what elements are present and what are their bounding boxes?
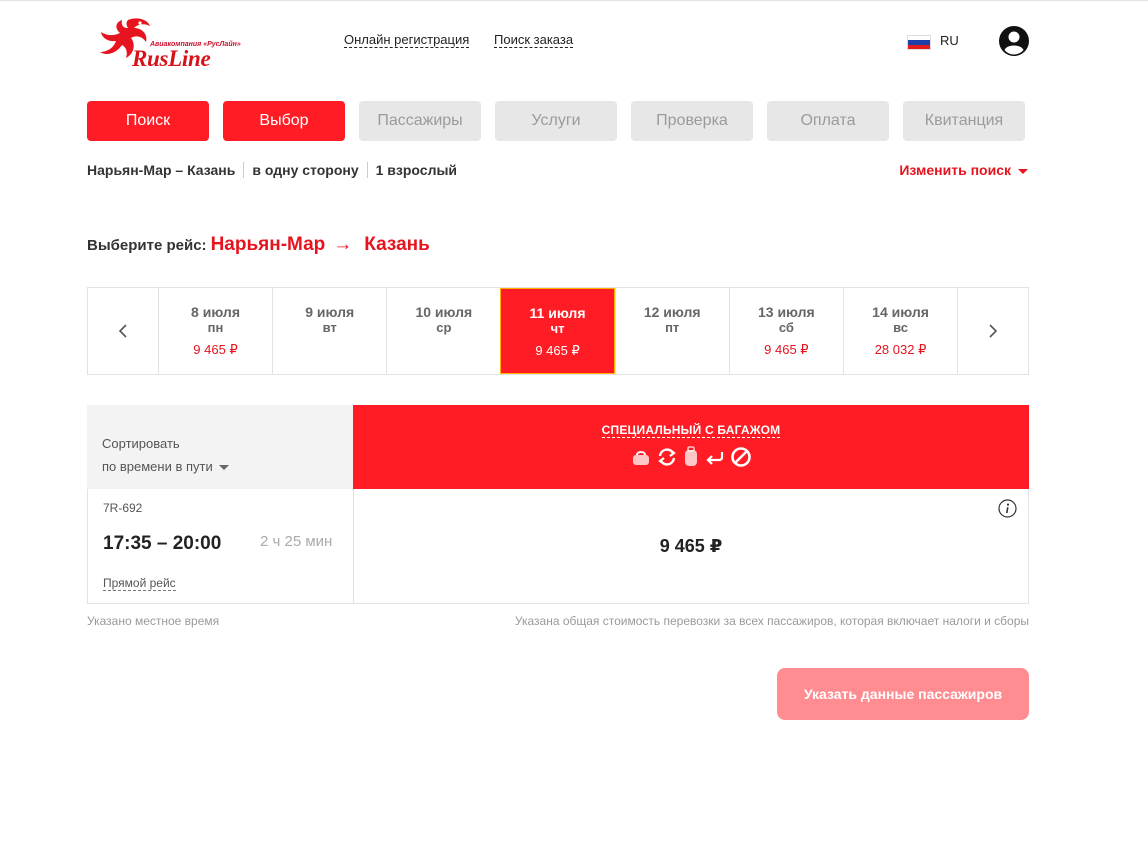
- summary-divider: [243, 162, 245, 178]
- date-label: 8 июля: [191, 304, 240, 320]
- step-select[interactable]: Выбор: [223, 101, 345, 141]
- step-services: Услуги: [495, 101, 617, 141]
- chevron-down-icon: [1018, 168, 1028, 174]
- search-summary: Нарьян-Мар – Казань в одну сторону 1 взр…: [87, 162, 457, 178]
- find-order-link[interactable]: Поиск заказа: [494, 32, 574, 48]
- local-time-note: Указано местное время: [87, 614, 220, 628]
- weekday-label: пн: [207, 320, 224, 335]
- date-label: 14 июля: [872, 304, 929, 320]
- language-selector[interactable]: RU: [940, 33, 959, 48]
- change-search-button[interactable]: Изменить поиск: [899, 162, 1028, 178]
- no-refund-icon: [731, 447, 751, 467]
- online-checkin-link[interactable]: Онлайн регистрация: [344, 32, 470, 48]
- date-label: 11 июля: [529, 305, 586, 321]
- destination-city: Казань: [364, 234, 430, 255]
- step-receipt: Квитанция: [903, 101, 1025, 141]
- summary-route: Нарьян-Мар – Казань: [87, 162, 236, 178]
- date-cell[interactable]: 14 июля вс 28 032 ₽: [842, 288, 957, 374]
- rusline-logo[interactable]: Авиакомпания «РусЛайн» RusLine: [98, 14, 248, 71]
- sort-value: по времени в пути: [102, 459, 213, 474]
- weekday-label: сб: [778, 320, 794, 335]
- direct-flight-link[interactable]: Прямой рейс: [103, 576, 176, 591]
- date-carousel: 8 июля пн 9 465 ₽ 9 июля вт 10 июля ср 1…: [87, 287, 1029, 375]
- date-cell-selected[interactable]: 11 июля чт 9 465 ₽: [500, 288, 615, 374]
- fare-price: 9 465 ₽: [659, 536, 723, 556]
- step-passengers: Пассажиры: [359, 101, 481, 141]
- fare-features: [353, 446, 1029, 468]
- top-divider: [0, 0, 1148, 1]
- enter-passenger-data-button[interactable]: Указать данные пассажиров: [777, 668, 1029, 720]
- flight-time: 17:35 – 20:00: [103, 533, 222, 554]
- date-label: 13 июля: [757, 304, 815, 320]
- booking-steps: Поиск Выбор Пассажиры Услуги Проверка Оп…: [87, 101, 1039, 141]
- summary-trip-type: в одну сторону: [252, 162, 359, 178]
- step-payment: Оплата: [767, 101, 889, 141]
- date-label: 9 июля: [305, 304, 355, 320]
- weekday-label: вт: [322, 320, 337, 335]
- date-label: 12 июля: [643, 304, 701, 320]
- date-cell[interactable]: 8 июля пн 9 465 ₽: [157, 288, 272, 374]
- chevron-left-icon: [118, 324, 127, 338]
- hand-bag-icon: [633, 451, 649, 465]
- prev-dates-button[interactable]: [88, 288, 158, 374]
- date-price: 9 465 ₽: [764, 342, 809, 357]
- russia-flag-icon[interactable]: [907, 35, 931, 50]
- choose-flight-label: Выберите рейс:: [87, 237, 207, 254]
- flight-info: 7R-692 17:35 – 20:00 2 ч 25 мин Прямой р…: [88, 489, 354, 603]
- change-search-label: Изменить поиск: [899, 162, 1011, 178]
- exchange-icon: [658, 448, 676, 466]
- weekday-label: вс: [893, 320, 908, 335]
- step-search[interactable]: Поиск: [87, 101, 209, 141]
- chevron-right-icon: [989, 324, 998, 338]
- sort-panel: Сортировать по времени в пути: [87, 405, 353, 489]
- date-cell[interactable]: 10 июля ср: [386, 288, 500, 374]
- summary-divider: [366, 162, 368, 178]
- price-note: Указана общая стоимость перевозки за все…: [514, 614, 1029, 628]
- weekday-label: ср: [436, 320, 452, 335]
- flight-duration: 2 ч 25 мин: [260, 533, 333, 550]
- flight-number: 7R-692: [103, 501, 143, 515]
- choose-flight-title: Выберите рейс: Нарьян-Мар → Казань: [87, 234, 430, 256]
- flight-row: 7R-692 17:35 – 20:00 2 ч 25 мин Прямой р…: [87, 489, 1029, 604]
- next-dates-button[interactable]: [957, 288, 1028, 374]
- date-cell[interactable]: 12 июля пт: [614, 288, 729, 374]
- fare-header: СПЕЦИАЛЬНЫЙ С БАГАЖОМ: [353, 405, 1029, 489]
- date-cell[interactable]: 13 июля сб 9 465 ₽: [728, 288, 843, 374]
- summary-passengers: 1 взрослый: [375, 162, 458, 178]
- luggage-icon: [685, 446, 697, 466]
- sort-label: Сортировать: [102, 436, 180, 451]
- chevron-down-icon: [218, 465, 229, 470]
- weekday-label: пт: [665, 320, 680, 335]
- date-price: 9 465 ₽: [193, 342, 238, 357]
- date-cell[interactable]: 9 июля вт: [272, 288, 386, 374]
- fare-price-cell[interactable]: 9 465 ₽: [354, 489, 1028, 603]
- logo-wordmark: RusLine: [132, 46, 211, 71]
- refund-icon: [706, 452, 724, 465]
- sort-dropdown[interactable]: по времени в пути: [102, 459, 353, 474]
- weekday-label: чт: [550, 321, 565, 336]
- origin-city: Нарьян-Мар: [210, 234, 326, 255]
- arrow-right-icon: →: [333, 234, 353, 255]
- info-icon[interactable]: [998, 499, 1017, 518]
- date-price: 9 465 ₽: [535, 343, 580, 358]
- date-price: 28 032 ₽: [874, 342, 927, 357]
- fare-name-link[interactable]: СПЕЦИАЛЬНЫЙ С БАГАЖОМ: [601, 423, 781, 438]
- user-account-icon[interactable]: [998, 25, 1030, 57]
- step-review: Проверка: [631, 101, 753, 141]
- date-label: 10 июля: [415, 304, 473, 320]
